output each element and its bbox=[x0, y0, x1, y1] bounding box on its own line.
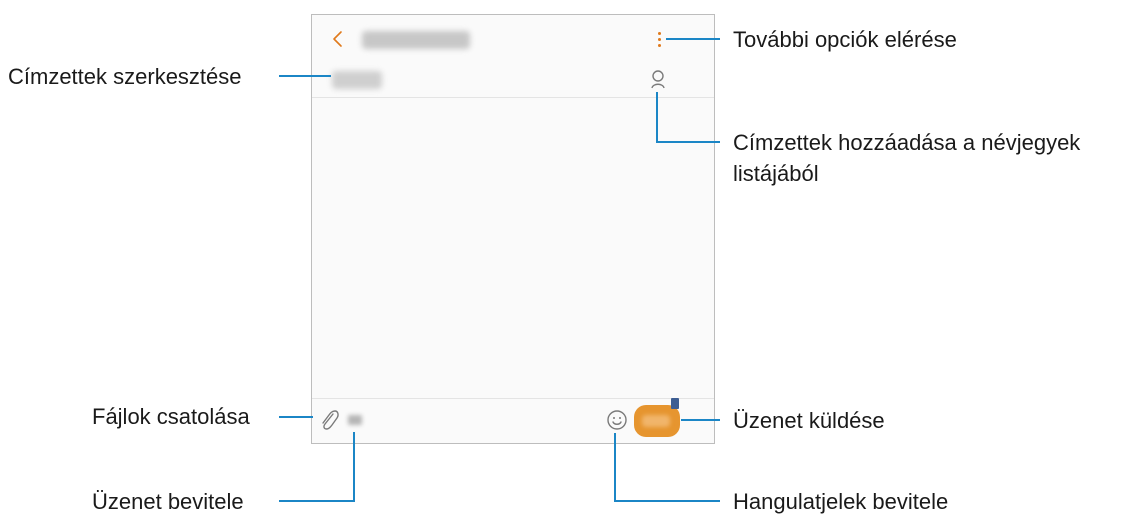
callout-enter-emoticons: Hangulatjelek bevitele bbox=[733, 489, 949, 514]
callout-add-from-contacts-line1: Címzettek hozzáadása a névjegyek bbox=[733, 130, 1081, 155]
line-enter-emoticons bbox=[614, 433, 720, 502]
callout-send-message: Üzenet küldése bbox=[733, 408, 885, 433]
line-enter-message bbox=[279, 432, 355, 502]
callout-enter-message: Üzenet bevitele bbox=[92, 489, 244, 514]
callout-more-options: További opciók elérése bbox=[733, 27, 957, 52]
callout-edit-recipients: Címzettek szerkesztése bbox=[8, 64, 242, 89]
callout-attach-files: Fájlok csatolása bbox=[92, 404, 250, 429]
callout-add-from-contacts-line2: listájából bbox=[733, 161, 819, 186]
line-add-from-contacts bbox=[656, 92, 720, 143]
